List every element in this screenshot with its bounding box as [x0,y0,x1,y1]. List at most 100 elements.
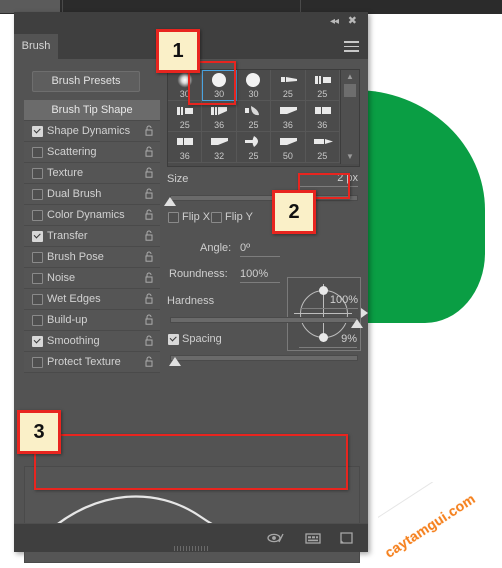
brush-size-label: 25 [317,151,328,161]
hardness-value[interactable]: 100% [300,294,358,309]
checkbox[interactable] [32,294,43,305]
lock-icon [145,125,153,136]
brush-tip-bristle-flat-36[interactable]: 36 [202,101,237,132]
lock-icon[interactable] [145,146,153,157]
lock-icon[interactable] [145,356,153,367]
checkbox[interactable] [32,147,43,158]
brush-option-transfer[interactable]: Transfer [24,226,160,247]
brush-option-brush-pose[interactable]: Brush Pose [24,247,160,268]
spacing-slider-track[interactable] [170,355,358,361]
brush-option-shape-dynamics[interactable]: Shape Dynamics [24,121,160,142]
chisel-icon [202,133,235,150]
chevron-down-icon[interactable]: ▼ [346,153,354,161]
scrollbar-thumb[interactable] [344,84,356,97]
checkbox[interactable] [32,126,43,137]
lock-icon [145,356,153,367]
brush-option-scattering[interactable]: Scattering [24,142,160,163]
checkbox[interactable] [32,168,43,179]
spacing-slider-thumb[interactable] [169,357,181,366]
brush-grid-scrollbar[interactable]: ▲ ▼ [340,70,359,164]
brush-tip-fan-25[interactable]: 25 [236,101,272,132]
lock-icon [145,209,153,220]
lock-icon [145,146,153,157]
angle-arrow-icon[interactable] [361,308,368,318]
size-label: Size [167,173,189,185]
checkbox[interactable] [32,210,43,221]
lock-icon[interactable] [145,251,153,262]
brush-option-noise[interactable]: Noise [24,268,160,289]
brush-size-label: 50 [282,151,293,161]
chisel-icon [271,133,304,150]
hardness-slider-thumb[interactable] [351,319,363,328]
hardness-label: Hardness [167,295,215,307]
brush-option-protect-texture[interactable]: Protect Texture [24,352,160,373]
flip-y-checkbox[interactable] [211,212,222,223]
brush-option-dual-brush[interactable]: Dual Brush [24,184,160,205]
resize-grip[interactable] [174,546,208,551]
lock-icon[interactable] [145,167,153,178]
lock-icon[interactable] [145,188,153,199]
brush-tip-shape-header[interactable]: Brush Tip Shape [24,100,160,121]
hardness-row: Hardness 100% [167,294,358,309]
hardness-slider-track[interactable] [170,317,358,323]
hamburger-menu-icon[interactable] [344,41,359,52]
option-label: Build-up [47,314,88,326]
brush-tip-bristle-25[interactable]: 25 [168,101,203,132]
angle-value[interactable]: 0º [240,242,280,257]
lock-icon[interactable] [145,314,153,325]
collapse-icon[interactable]: ◂◂ [330,17,339,27]
option-label: Shape Dynamics [47,125,131,137]
lock-icon[interactable] [145,272,153,283]
spacing-label: Spacing [182,333,222,345]
brush-grid-row: 36 32 25 50 25 [168,132,340,163]
lock-icon[interactable] [145,335,153,346]
brush-option-texture[interactable]: Texture [24,163,160,184]
tab-brush[interactable]: Brush [14,34,58,59]
chevron-up-icon[interactable]: ▲ [346,73,354,81]
brush-option-smoothing[interactable]: Smoothing [24,331,160,352]
roundness-value[interactable]: 100% [240,268,280,283]
checkbox[interactable] [32,336,43,347]
brush-option-wet-edges[interactable]: Wet Edges [24,289,160,310]
brush-tip-hard-round-30[interactable]: 30 [236,70,272,101]
size-slider-thumb[interactable] [164,197,176,206]
spacing-value[interactable]: 9% [299,333,357,348]
brush-tip-flat-angled-25[interactable]: 25 [271,70,306,101]
option-label: Scattering [47,146,97,158]
brush-size-label: 36 [317,120,328,130]
close-icon[interactable]: ✖ [348,16,357,27]
option-label: Dual Brush [47,188,102,200]
brush-toggle-eye-icon[interactable] [267,530,285,546]
checkbox[interactable] [32,315,43,326]
checkbox[interactable] [32,273,43,284]
brush-presets-button[interactable]: Brush Presets [32,71,140,92]
brush-tip-round-fan-25[interactable]: 25 [236,132,272,163]
grid-view-icon[interactable] [304,530,322,546]
brush-tip-chisel-50[interactable]: 50 [271,132,306,163]
highlight-box-stroke-preview [34,434,348,490]
lock-icon[interactable] [145,293,153,304]
brush-tip-bristle-25[interactable]: 25 [305,70,340,101]
checkbox[interactable] [32,252,43,263]
checkbox[interactable] [32,189,43,200]
lock-icon[interactable] [145,125,153,136]
checkbox[interactable] [32,357,43,368]
spacing-checkbox[interactable] [168,334,179,345]
flip-x-checkbox[interactable] [168,212,179,223]
brush-size-label: 32 [214,151,225,161]
new-brush-icon[interactable] [338,530,356,546]
brush-option-color-dynamics[interactable]: Color Dynamics [24,205,160,226]
lock-icon[interactable] [145,209,153,220]
brush-tip-flat-block-36[interactable]: 36 [168,132,203,163]
brush-option-build-up[interactable]: Build-up [24,310,160,331]
lock-icon[interactable] [145,230,153,241]
brush-tip-chisel-36[interactable]: 36 [271,101,306,132]
brush-tip-chisel-32[interactable]: 32 [202,132,237,163]
checkbox[interactable] [32,231,43,242]
brush-size-label: 25 [248,120,259,130]
brush-tip-pointed-25[interactable]: 25 [305,132,340,163]
lock-icon [145,251,153,262]
brush-tip-flat-block-36[interactable]: 36 [305,101,340,132]
panel-footer [14,523,368,552]
brush-size-label: 25 [248,151,259,161]
